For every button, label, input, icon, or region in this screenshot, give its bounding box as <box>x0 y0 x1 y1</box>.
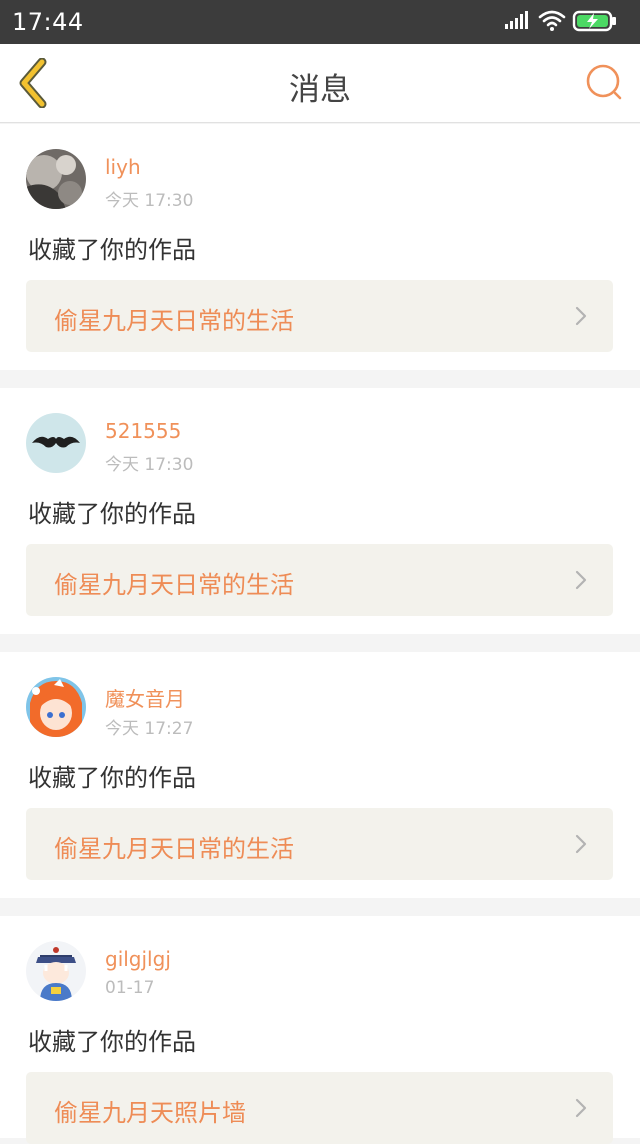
action-text: 收藏了你的作品 <box>28 500 196 528</box>
work-link[interactable]: 偷星九月天日常的生活 <box>26 544 613 616</box>
wifi-icon <box>538 10 566 31</box>
search-icon <box>586 64 622 100</box>
username[interactable]: 521555 <box>105 419 181 443</box>
work-title: 偷星九月天日常的生活 <box>54 307 294 335</box>
username[interactable]: liyh <box>105 155 141 179</box>
username[interactable]: 魔女音月 <box>105 683 185 712</box>
message-card: 521555 今天 17:30 收藏了你的作品 偷星九月天日常的生活 <box>0 388 640 634</box>
username[interactable]: gilgjlgj <box>105 947 171 971</box>
work-title: 偷星九月天照片墙 <box>54 1099 246 1127</box>
battery-charging-icon <box>572 10 616 32</box>
avatar[interactable] <box>26 677 86 737</box>
avatar[interactable] <box>26 149 86 209</box>
signal-icon <box>505 11 528 29</box>
page-title: 消息 <box>289 72 351 108</box>
message-card: 魔女音月 今天 17:27 收藏了你的作品 偷星九月天日常的生活 <box>0 652 640 898</box>
message-card: liyh 今天 17:30 收藏了你的作品 偷星九月天日常的生活 <box>0 124 640 370</box>
chevron-right-icon <box>575 834 587 854</box>
avatar[interactable] <box>26 413 86 473</box>
work-title: 偷星九月天日常的生活 <box>54 835 294 863</box>
action-text: 收藏了你的作品 <box>28 764 196 792</box>
work-link[interactable]: 偷星九月天照片墙 <box>26 1072 613 1144</box>
chevron-right-icon <box>575 1098 587 1118</box>
action-text: 收藏了你的作品 <box>28 236 196 264</box>
search-button[interactable] <box>584 62 624 104</box>
work-link[interactable]: 偷星九月天日常的生活 <box>26 808 613 880</box>
action-text: 收藏了你的作品 <box>28 1028 196 1056</box>
nav-bar: 消息 <box>0 44 640 123</box>
timestamp: 今天 17:30 <box>105 455 194 475</box>
timestamp: 今天 17:27 <box>105 719 194 739</box>
timestamp: 今天 17:30 <box>105 191 194 211</box>
chevron-right-icon <box>575 570 587 590</box>
timestamp: 01-17 <box>105 978 155 998</box>
status-bar: 17:44 <box>0 0 640 44</box>
work-title: 偷星九月天日常的生活 <box>54 571 294 599</box>
work-link[interactable]: 偷星九月天日常的生活 <box>26 280 613 352</box>
avatar[interactable] <box>26 941 86 1001</box>
message-card: gilgjlgj 01-17 收藏了你的作品 偷星九月天照片墙 <box>0 916 640 1144</box>
status-time: 17:44 <box>12 8 84 36</box>
chevron-right-icon <box>575 306 587 326</box>
